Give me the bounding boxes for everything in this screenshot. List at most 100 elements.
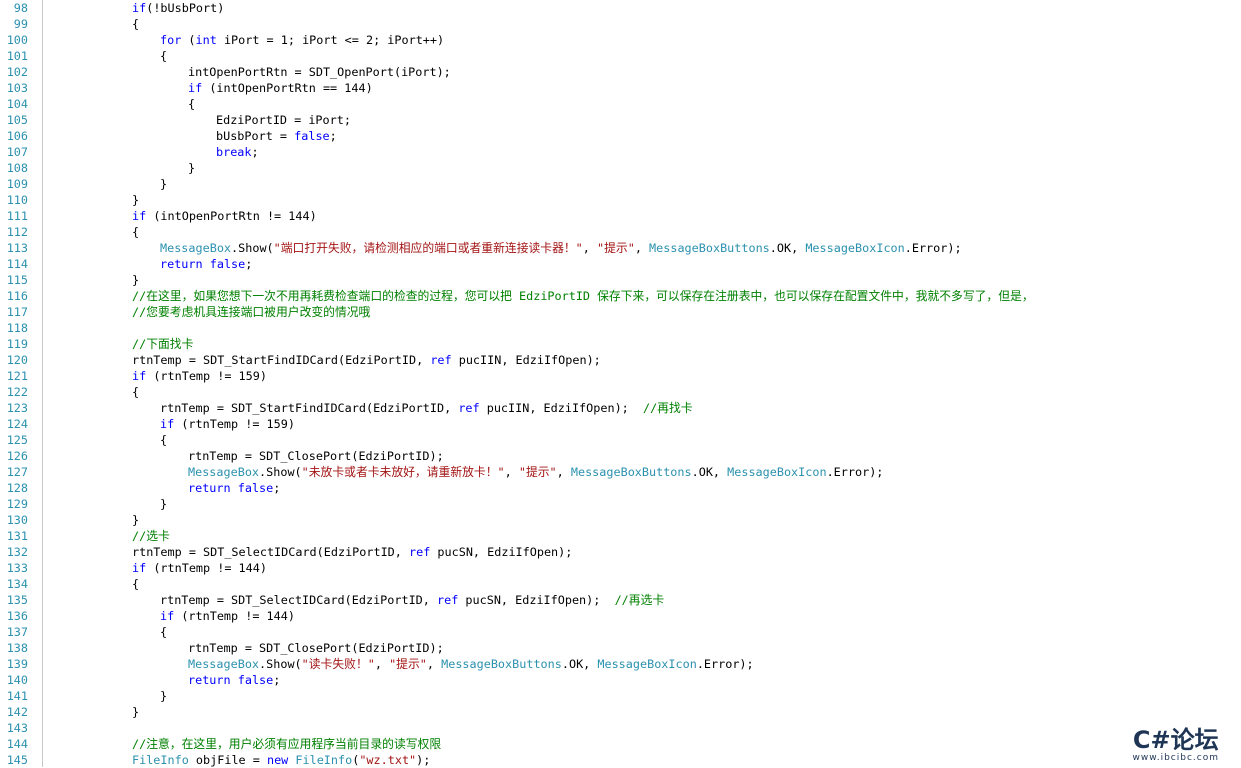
code-line[interactable]: 121 if (rtnTemp != 159) [0,368,1241,384]
code-line[interactable]: 122 { [0,384,1241,400]
code-line[interactable]: 117 //您要考虑机具连接端口被用户改变的情况哦 [0,304,1241,320]
line-number: 107 [6,145,28,159]
line-number: 136 [6,609,28,623]
code-line[interactable]: 108} [0,160,1241,176]
line-number: 105 [6,113,28,127]
token-text: } [132,273,140,287]
code-line[interactable]: 140 return false; [0,672,1241,688]
code-line[interactable]: 120 rtnTemp = SDT_StartFindIDCard(EdziPor… [0,352,1241,368]
line-number: 125 [6,433,28,447]
code-text: return false; [188,480,280,496]
token-text: rtnTemp = SDT_SelectIDCard(EdziPortID, [132,545,409,559]
code-line[interactable]: 141} [0,688,1241,704]
code-text: if (rtnTemp != 159) [132,368,267,384]
code-line[interactable]: 138 rtnTemp = SDT_ClosePort(EdziPortID); [0,640,1241,656]
code-line[interactable]: 142} [0,704,1241,720]
token-text: , [374,657,390,671]
code-text: for (int iPort = 1; iPort <= 2; iPort++) [160,32,444,48]
code-line[interactable]: 100 for (int iPort = 1; iPort <= 2; iPort… [0,32,1241,48]
code-line[interactable]: 145 FileInfo objFile = new FileInfo("wz.t… [0,752,1241,768]
code-line[interactable]: 132 rtnTemp = SDT_SelectIDCard(EdziPortID… [0,544,1241,560]
code-line[interactable]: 101 { [0,48,1241,64]
token-type: MessageBoxButtons [570,465,692,479]
code-line[interactable]: 127 MessageBox.Show("未放卡或者卡未放好，请重新放卡！", "… [0,464,1241,480]
code-line[interactable]: 139 MessageBox.Show("读卡失败！", "提示", Messag… [0,656,1241,672]
token-kw: ref [437,593,459,607]
code-text: if (intOpenPortRtn != 144) [132,208,317,224]
code-line[interactable]: 103 if (intOpenPortRtn == 144) [0,80,1241,96]
code-line[interactable]: 116 //在这里，如果您想下一次不用再耗费检查端口的检查的过程，您可以把 Edz… [0,288,1241,304]
line-number: 121 [6,369,28,383]
code-line[interactable]: 115} [0,272,1241,288]
code-line[interactable]: 98 if(!bUsbPort) [0,0,1241,16]
code-text: { [160,432,167,448]
token-text: ; [329,129,337,143]
code-line[interactable]: 110} [0,192,1241,208]
code-line[interactable]: 143 [0,720,1241,736]
code-line[interactable]: 118 [0,320,1241,336]
code-line[interactable]: 134 { [0,576,1241,592]
token-type: MessageBox [188,465,260,479]
code-line[interactable]: 131 //选卡 [0,528,1241,544]
code-line[interactable]: 109} [0,176,1241,192]
line-number: 120 [6,353,28,367]
token-text: } [132,513,140,527]
line-number: 98 [13,1,28,15]
code-line[interactable]: 119 //下面找卡 [0,336,1241,352]
code-line[interactable]: 125 { [0,432,1241,448]
code-editor[interactable]: 98 if(!bUsbPort) 99{100 for (int iPort = 1;… [0,0,1241,767]
token-text: ); [416,753,431,767]
line-number: 139 [6,657,28,671]
code-area[interactable]: 98 if(!bUsbPort) 99{100 for (int iPort = 1;… [0,0,1241,767]
code-line[interactable]: 104 { [0,96,1241,112]
code-line[interactable]: 124 if (rtnTemp != 159) [0,416,1241,432]
code-line[interactable]: 99 { [0,16,1241,32]
code-line[interactable]: 130} [0,512,1241,528]
code-text: MessageBox.Show("未放卡或者卡未放好，请重新放卡！", "提示"… [188,464,883,480]
token-text: ; [273,673,281,687]
code-line[interactable]: 102 intOpenPortRtn = SDT_OpenPort(iPort); [0,64,1241,80]
code-text: intOpenPortRtn = SDT_OpenPort(iPort); [188,64,451,80]
code-text: rtnTemp = SDT_StartFindIDCard(EdziPortID… [132,352,601,368]
token-str: "提示" [389,657,427,671]
code-line[interactable]: 106 bUsbPort = false; [0,128,1241,144]
code-line[interactable]: 114 return false; [0,256,1241,272]
line-number: 137 [6,625,28,639]
code-text: if (rtnTemp != 144) [132,560,267,576]
token-text: .OK, [691,465,728,479]
token-text: , [504,465,519,479]
code-line[interactable]: 144 //注意，在这里，用户必须有应用程序当前目录的读写权限 [0,736,1241,752]
line-number: 144 [6,737,28,751]
token-kw: ref [458,401,480,415]
line-number: 118 [6,321,28,335]
line-number: 112 [6,225,28,239]
code-line[interactable]: 137 { [0,624,1241,640]
code-line[interactable]: 107 break; [0,144,1241,160]
line-number: 141 [6,689,28,703]
token-text: } [132,705,140,719]
token-text: , [556,465,571,479]
code-line[interactable]: 112 { [0,224,1241,240]
code-line[interactable]: 126 rtnTemp = SDT_ClosePort(EdziPortID); [0,448,1241,464]
code-line[interactable]: 136 if (rtnTemp != 144) [0,608,1241,624]
code-text: { [132,576,139,592]
code-line[interactable]: 111 if (intOpenPortRtn != 144) [0,208,1241,224]
token-cmt: //注意，在这里，用户必须有应用程序当前目录的读写权限 [132,737,442,751]
code-line[interactable]: 123 rtnTemp = SDT_StartFindIDCard(EdziPor… [0,400,1241,416]
code-line[interactable]: 113 MessageBox.Show("端口打开失败，请检测相应的端口或者重新连… [0,240,1241,256]
code-text: //在这里，如果您想下一次不用再耗费检查端口的检查的过程，您可以把 EdziPo… [132,288,1034,304]
code-text: { [132,224,139,240]
token-text: , [634,241,650,255]
line-number: 115 [6,273,28,287]
code-line[interactable]: 135 rtnTemp = SDT_SelectIDCard(EdziPortID… [0,592,1241,608]
token-text: pucIIN, EdziIfOpen); [479,401,643,415]
code-line[interactable]: 133 if (rtnTemp != 144) [0,560,1241,576]
code-line[interactable]: 105 EdziPortID = iPort; [0,112,1241,128]
code-line[interactable]: 129} [0,496,1241,512]
code-text: MessageBox.Show("读卡失败！", "提示", MessageBo… [188,656,754,672]
line-number: 145 [6,753,28,767]
code-line[interactable]: 128 return false; [0,480,1241,496]
